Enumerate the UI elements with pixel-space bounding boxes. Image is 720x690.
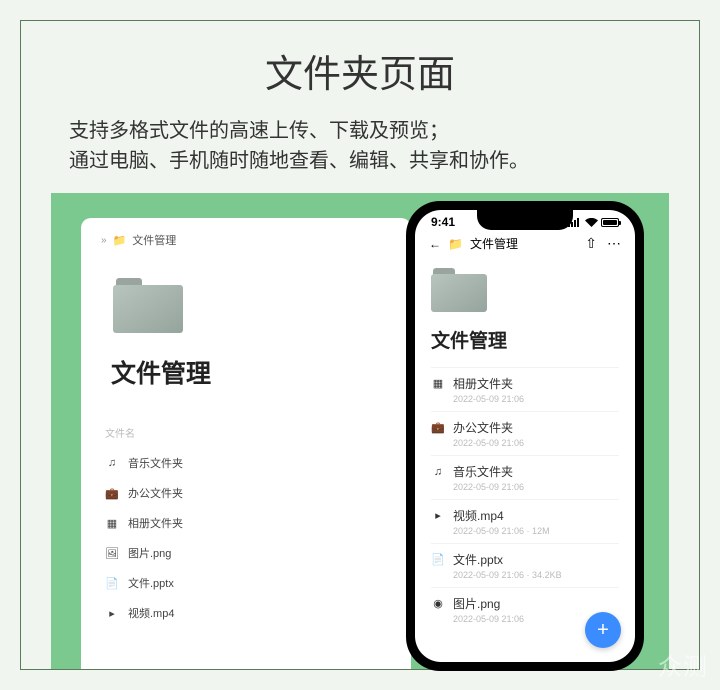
list-item[interactable]: ▦ 相册文件夹 2022-05-09 21:06 [431,367,619,411]
share-icon[interactable]: ⇧ [585,235,597,252]
phone-breadcrumb: 文件管理 [470,235,518,252]
outer-frame: 文件夹页面 支持多格式文件的高速上传、下载及预览； 通过电脑、手机随时随地查看、… [20,20,700,670]
file-name: 文件.pptx [453,551,503,568]
file-icon: ▸ [105,606,119,620]
notch [477,210,573,230]
file-icon: ▸ [431,509,445,523]
list-item[interactable]: ▸ 视频.mp4 [101,598,391,628]
file-name: 视频.mp4 [453,507,504,524]
phone-frame: 9:41 ← 📁 文件管理 ⇧ ⋯ [406,201,644,671]
list-item[interactable]: ♫ 音乐文件夹 2022-05-09 21:06 [431,455,619,499]
more-icon[interactable]: ⋯ [607,235,621,252]
status-icons [568,218,619,227]
phone-file-list: ▦ 相册文件夹 2022-05-09 21:06 💼 办公文件夹 2022-05-09 2… [415,367,635,631]
breadcrumb-label: 文件管理 [132,232,176,248]
file-name: 办公文件夹 [128,485,183,501]
file-name: 音乐文件夹 [453,463,513,480]
phone-header: ← 📁 文件管理 ⇧ ⋯ [415,229,635,258]
folder-icon-small: 📁 [448,237,463,251]
battery-icon [601,218,619,227]
file-icon: ♫ [431,465,445,479]
wifi-icon [585,218,598,227]
file-meta: 2022-05-09 21:06 [453,482,619,492]
desktop-file-list: ♫ 音乐文件夹 💼 办公文件夹 ▦ 相册文件夹 🖼 图片.png 📄 文件.pptx ▸ 视频.mp4 [101,448,391,628]
file-icon: 📄 [431,553,445,567]
file-name: 相册文件夹 [453,375,513,392]
desktop-heading: 文件管理 [111,354,391,390]
file-name: 相册文件夹 [128,515,183,531]
file-icon: 📄 [105,576,119,590]
page-title: 文件夹页面 [21,43,699,98]
file-meta: 2022-05-09 21:06 · 34.2KB [453,570,619,580]
folder-icon [113,278,185,334]
list-item[interactable]: ▦ 相册文件夹 [101,508,391,538]
folder-icon [431,268,489,314]
file-name: 文件.pptx [128,575,174,591]
file-name: 音乐文件夹 [128,455,183,471]
phone-screen: 9:41 ← 📁 文件管理 ⇧ ⋯ [415,210,635,662]
desc-line-1: 支持多格式文件的高速上传、下载及预览； [69,116,659,146]
file-meta: 2022-05-09 21:06 · 12M [453,526,619,536]
file-name: 图片.png [453,595,500,612]
file-name: 办公文件夹 [453,419,513,436]
file-icon: ▦ [105,516,119,530]
file-name: 图片.png [128,545,171,561]
folder-icon-small: 📁 [113,234,127,247]
description: 支持多格式文件的高速上传、下载及预览； 通过电脑、手机随时随地查看、编辑、共享和… [69,116,659,176]
file-meta: 2022-05-09 21:06 [453,438,619,448]
file-meta: 2022-05-09 21:06 [453,394,619,404]
phone-heading: 文件管理 [431,326,635,353]
list-item[interactable]: 📄 文件.pptx [101,568,391,598]
status-time: 9:41 [431,215,455,229]
list-item[interactable]: 💼 办公文件夹 [101,478,391,508]
file-icon: ◉ [431,597,445,611]
list-item[interactable]: 🖼 图片.png [101,538,391,568]
file-icon: ♫ [105,456,119,470]
file-icon: 🖼 [105,546,119,560]
file-name: 视频.mp4 [128,605,174,621]
list-item[interactable]: ♫ 音乐文件夹 [101,448,391,478]
list-item[interactable]: 💼 办公文件夹 2022-05-09 21:06 [431,411,619,455]
file-icon: 💼 [105,486,119,500]
add-button[interactable]: + [585,612,621,648]
list-item[interactable]: 📄 文件.pptx 2022-05-09 21:06 · 34.2KB [431,543,619,587]
file-icon: 💼 [431,421,445,435]
green-stage: » 📁 文件管理 文件管理 文件名 ♫ 音乐文件夹 💼 办公文件夹 ▦ 相册文件夹 🖼 图片.… [51,193,669,669]
watermark: 众测 [658,647,708,682]
desktop-window: » 📁 文件管理 文件管理 文件名 ♫ 音乐文件夹 💼 办公文件夹 ▦ 相册文件夹 🖼 图片.… [81,218,411,669]
breadcrumb[interactable]: » 📁 文件管理 [101,232,391,248]
back-icon[interactable]: ← [429,237,441,251]
chevron-icon: » [101,235,107,246]
list-item[interactable]: ▸ 视频.mp4 2022-05-09 21:06 · 12M [431,499,619,543]
desc-line-2: 通过电脑、手机随时随地查看、编辑、共享和协作。 [69,146,659,176]
column-header: 文件名 [105,425,391,440]
file-icon: ▦ [431,377,445,391]
